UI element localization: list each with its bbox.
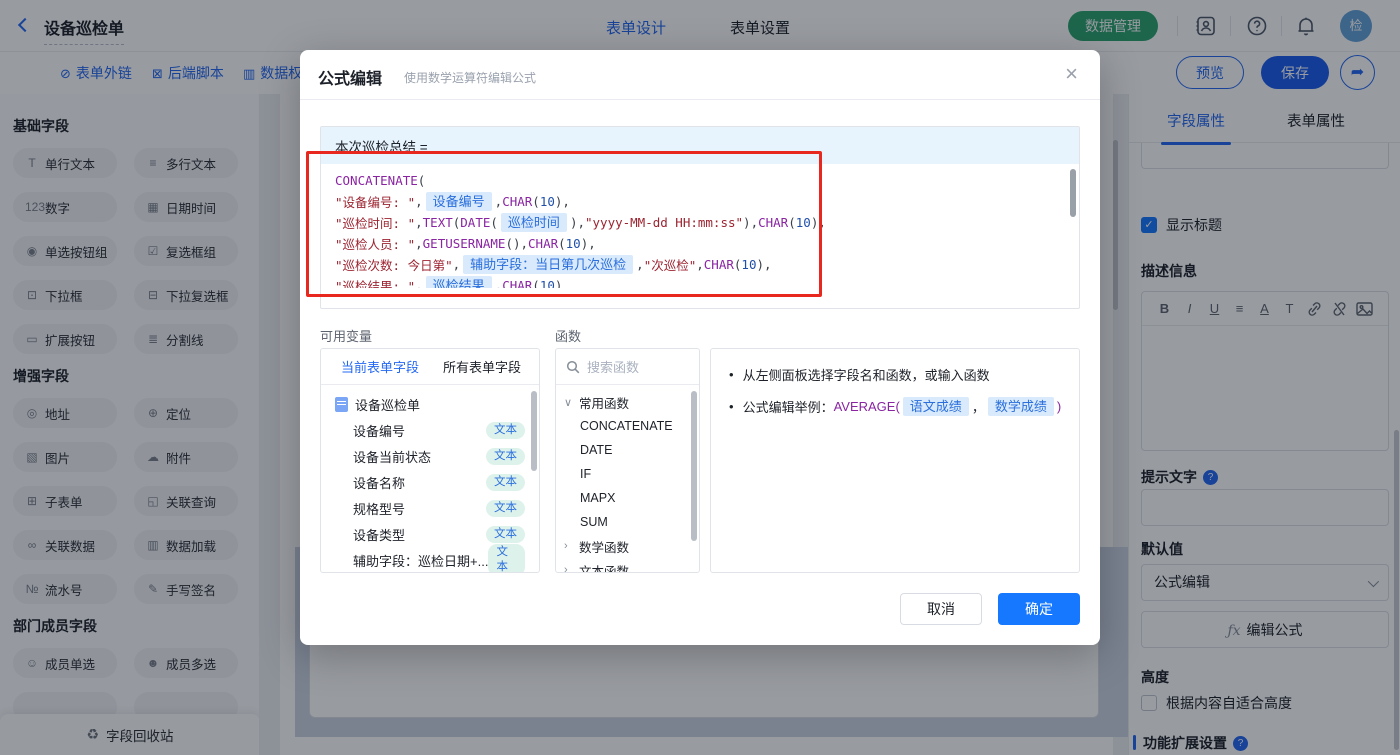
formula-code-input[interactable]: CONCATENATE( "设备编号: ", 设备编号 ,CHAR(10), "巡检… xyxy=(321,164,1079,288)
chevron-right-icon: › xyxy=(564,564,574,573)
function-search[interactable]: 搜索函数 xyxy=(556,349,699,385)
dialog-title: 公式编辑 xyxy=(318,65,382,89)
search-icon xyxy=(566,360,580,374)
form-designer-app: 设备巡检单 表单设计 表单设置 数据管理 检 ⊘表单外链 ⊠后端脚本 ▥数据权限… xyxy=(0,0,1400,755)
tree-root-form[interactable]: 设备巡检单 xyxy=(321,391,539,417)
functions-label: 函数 xyxy=(555,326,581,345)
formula-editor-box: 本次巡检总结 = CONCATENATE( "设备编号: ", 设备编号 ,CHA… xyxy=(320,126,1080,309)
formula-line: "巡检结果: ", 巡检结果 ,CHAR(10) xyxy=(335,279,1065,288)
help-example: • 公式编辑举例： AVERAGE( 语文成绩 ， 数学成绩 ) xyxy=(725,397,1065,416)
function-item[interactable]: CONCATENATE xyxy=(556,414,699,438)
variables-tabs: 当前表单字段 所有表单字段 xyxy=(321,349,539,385)
function-group[interactable]: ∨常用函数 xyxy=(556,390,699,414)
field-chip[interactable]: 巡检结果 xyxy=(426,276,492,288)
help-tip: • 从左侧面板选择字段名和函数，或输入函数 xyxy=(725,365,1065,384)
field-type-tag: 文本 xyxy=(486,474,525,491)
formula-line: "巡检时间: ",TEXT(DATE( 巡检时间 ),"yyyy-MM-dd H… xyxy=(335,216,1065,229)
formula-editor-dialog: 公式编辑 使用数学运算符编辑公式 × 本次巡检总结 = CONCATENATE(… xyxy=(300,50,1100,645)
field-chip[interactable]: 巡检时间 xyxy=(501,213,567,232)
function-group[interactable]: ›文本函数 xyxy=(556,558,699,573)
dialog-header: 公式编辑 使用数学运算符编辑公式 × xyxy=(300,50,1100,100)
formula-line: "巡检次数: 今日第", 辅助字段：当日第几次巡检 ,"次巡检",CHAR(10… xyxy=(335,258,1065,271)
field-type-tag: 文本 xyxy=(486,526,525,543)
variable-field-row[interactable]: 设备名称文本 xyxy=(321,469,539,495)
cancel-button[interactable]: 取消 xyxy=(900,593,982,625)
functions-scrollbar[interactable] xyxy=(691,391,697,541)
function-item[interactable]: SUM xyxy=(556,510,699,534)
tab-all-form-fields[interactable]: 所有表单字段 xyxy=(443,357,521,376)
variable-field-row[interactable]: 设备当前状态文本 xyxy=(321,443,539,469)
dialog-subtitle: 使用数学运算符编辑公式 xyxy=(404,69,536,86)
formula-line: CONCATENATE( xyxy=(335,174,1065,187)
formula-line: "设备编号: ", 设备编号 ,CHAR(10), xyxy=(335,195,1065,208)
function-item[interactable]: MAPX xyxy=(556,486,699,510)
field-chip[interactable]: 辅助字段：当日第几次巡检 xyxy=(463,255,633,274)
tab-current-form-fields[interactable]: 当前表单字段 xyxy=(341,357,419,376)
field-type-tag: 文本 xyxy=(486,448,525,465)
variables-label: 可用变量 xyxy=(320,326,372,345)
variable-field-row[interactable]: 规格型号文本 xyxy=(321,495,539,521)
close-icon[interactable]: × xyxy=(1065,62,1078,86)
formula-line: "巡检人员: ",GETUSERNAME(),CHAR(10), xyxy=(335,237,1065,250)
chevron-down-icon: ∨ xyxy=(564,396,574,409)
function-item[interactable]: IF xyxy=(556,462,699,486)
formula-scrollbar[interactable] xyxy=(1070,169,1076,217)
field-type-tag: 文本 xyxy=(486,500,525,517)
function-group[interactable]: ›数学函数 xyxy=(556,534,699,558)
chevron-right-icon: › xyxy=(564,540,574,552)
variables-scrollbar[interactable] xyxy=(531,391,537,471)
confirm-button[interactable]: 确定 xyxy=(998,593,1080,625)
functions-panel: 搜索函数 ∨常用函数CONCATENATEDATEIFMAPXSUM›数学函数›… xyxy=(555,348,700,573)
field-type-tag: 文本 xyxy=(488,544,525,573)
variable-field-row[interactable]: 辅助字段：巡检日期+...文本 xyxy=(321,547,539,573)
bullet: • xyxy=(729,367,734,382)
variable-field-row[interactable]: 设备编号文本 xyxy=(321,417,539,443)
variables-tree: 设备巡检单设备编号文本设备当前状态文本设备名称文本规格型号文本设备类型文本辅助字… xyxy=(321,385,539,573)
formula-result-field: 本次巡检总结 = xyxy=(321,127,1079,164)
field-type-tag: 文本 xyxy=(486,422,525,439)
formula-help-panel: • 从左侧面板选择字段名和函数，或输入函数 • 公式编辑举例： AVERAGE(… xyxy=(710,348,1080,573)
functions-tree: ∨常用函数CONCATENATEDATEIFMAPXSUM›数学函数›文本函数 xyxy=(556,385,699,573)
form-doc-icon xyxy=(335,397,348,412)
bullet: • xyxy=(729,399,734,414)
search-placeholder: 搜索函数 xyxy=(587,357,639,376)
function-item[interactable]: DATE xyxy=(556,438,699,462)
field-chip[interactable]: 设备编号 xyxy=(426,192,492,211)
variables-panel: 当前表单字段 所有表单字段 设备巡检单设备编号文本设备当前状态文本设备名称文本规… xyxy=(320,348,540,573)
